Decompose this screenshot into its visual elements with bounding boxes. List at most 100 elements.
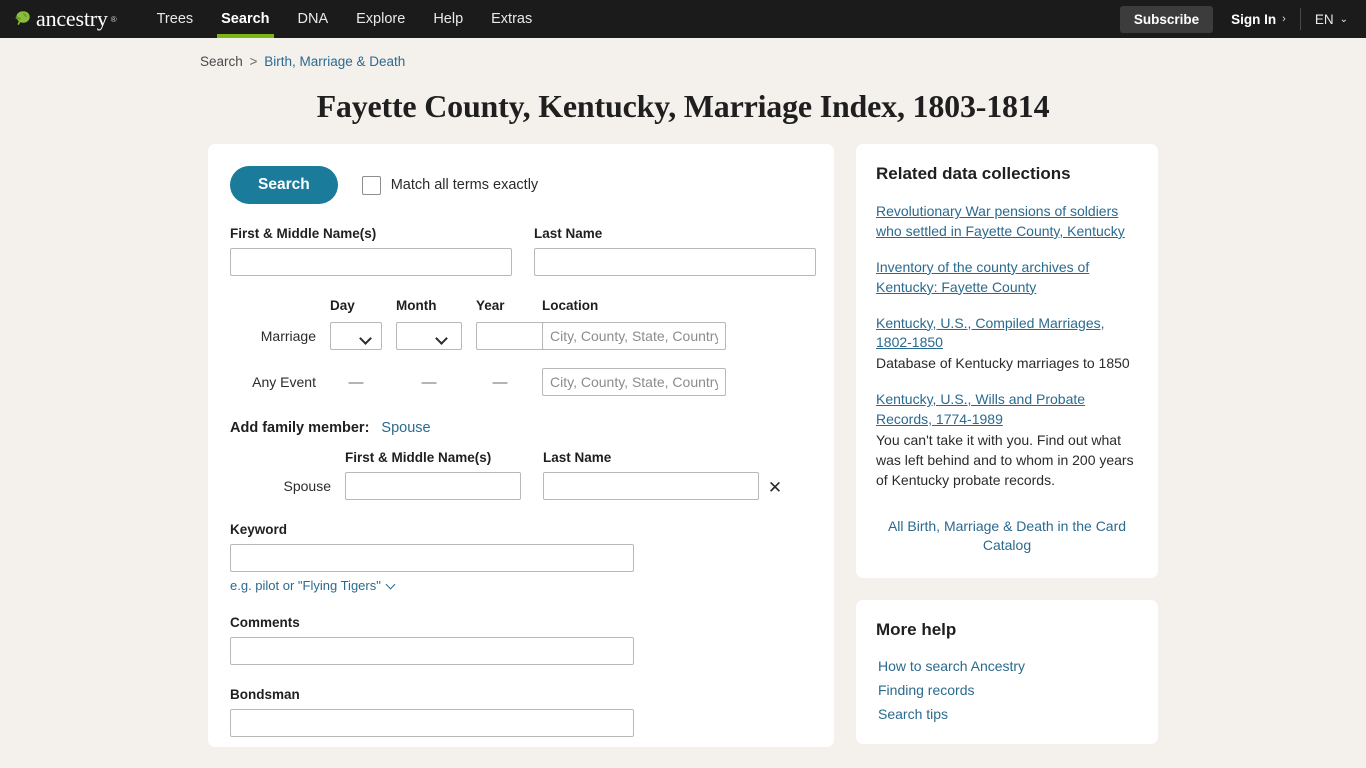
keyword-label: Keyword bbox=[230, 522, 288, 538]
nav-item-extras[interactable]: Extras bbox=[477, 0, 546, 38]
breadcrumb-separator: > bbox=[249, 54, 258, 69]
match-all-terms-label: Match all terms exactly bbox=[390, 177, 539, 194]
bondsman-field-group: Bondsman bbox=[230, 687, 812, 738]
logo-trademark: ® bbox=[110, 14, 117, 24]
page-title: Fayette County, Kentucky, Marriage Index… bbox=[316, 88, 1050, 124]
related-collections-card: Related data collections Revolutionary W… bbox=[856, 144, 1158, 579]
related-collection-link[interactable]: Kentucky, U.S., Wills and Probate Record… bbox=[876, 390, 1138, 430]
add-spouse-link[interactable]: Spouse bbox=[381, 420, 430, 436]
spouse-last-cell bbox=[543, 472, 759, 501]
related-collection-item: Kentucky, U.S., Wills and Probate Record… bbox=[876, 390, 1138, 490]
marriage-month-cell bbox=[396, 320, 462, 352]
keyword-hint-label: e.g. pilot or "Flying Tigers" bbox=[230, 578, 381, 594]
related-collection-link[interactable]: Kentucky, U.S., Compiled Marriages, 1802… bbox=[876, 314, 1138, 354]
breadcrumb-root[interactable]: Search bbox=[200, 54, 243, 69]
bondsman-label: Bondsman bbox=[230, 687, 300, 703]
comments-input[interactable] bbox=[230, 637, 634, 666]
sign-in-label: Sign In bbox=[1231, 11, 1277, 27]
keyword-input[interactable] bbox=[230, 544, 634, 573]
spouse-first-cell bbox=[345, 472, 533, 501]
subscribe-button[interactable]: Subscribe bbox=[1119, 5, 1214, 33]
page-body: Search Match all terms exactly First & M… bbox=[0, 126, 1366, 748]
leaf-logo-icon bbox=[15, 11, 30, 25]
spouse-first-name-input[interactable] bbox=[345, 472, 521, 501]
comments-field-group: Comments bbox=[230, 615, 812, 666]
first-name-input[interactable] bbox=[230, 248, 512, 277]
marriage-year-cell bbox=[476, 320, 556, 352]
spouse-first-name-label: First & Middle Name(s) bbox=[345, 450, 492, 466]
chevron-right-icon: › bbox=[1282, 13, 1286, 25]
nav-item-search[interactable]: Search bbox=[207, 0, 283, 38]
match-exactly-group[interactable]: Match all terms exactly bbox=[361, 175, 539, 195]
any-event-row-label: Any Event bbox=[252, 374, 316, 391]
any-event-location-cell bbox=[542, 366, 726, 398]
logo-wordmark: ancestry bbox=[36, 6, 108, 31]
help-link-search-tips[interactable]: Search tips bbox=[876, 706, 1138, 722]
marriage-location-input[interactable] bbox=[542, 322, 726, 351]
language-selector[interactable]: EN ⌄ bbox=[1301, 12, 1352, 27]
add-family-member-label: Add family member: bbox=[230, 420, 370, 437]
ancestry-logo[interactable]: ancestry ® bbox=[12, 8, 117, 30]
related-collections-title: Related data collections bbox=[876, 164, 1071, 184]
marriage-month-select[interactable] bbox=[396, 322, 462, 351]
nav-item-trees[interactable]: Trees bbox=[143, 0, 208, 38]
related-collection-item: Revolutionary War pensions of soldiers w… bbox=[876, 202, 1138, 242]
remove-spouse-icon[interactable]: ✕ bbox=[759, 479, 791, 500]
card-catalog-link[interactable]: All Birth, Marriage & Death in the Card … bbox=[876, 517, 1138, 557]
last-name-field-group: Last Name bbox=[534, 226, 816, 277]
marriage-day-select[interactable] bbox=[330, 322, 382, 351]
related-collection-link[interactable]: Revolutionary War pensions of soldiers w… bbox=[876, 202, 1138, 242]
spouse-fields-grid: First & Middle Name(s) Last Name Spouse … bbox=[230, 450, 812, 501]
related-collection-description: You can't take it with you. Find out wha… bbox=[876, 431, 1134, 488]
chevron-down-icon: ⌄ bbox=[1339, 13, 1348, 25]
day-column-header: Day bbox=[330, 298, 355, 314]
bondsman-input[interactable] bbox=[230, 709, 634, 738]
chevron-down-icon bbox=[385, 579, 396, 589]
more-help-title: More help bbox=[876, 620, 957, 640]
top-navigation-bar: ancestry ® Trees Search DNA Explore Help… bbox=[0, 0, 1366, 38]
marriage-location-cell bbox=[542, 320, 726, 352]
any-event-year-dash: — bbox=[492, 373, 508, 391]
search-form-card: Search Match all terms exactly First & M… bbox=[208, 144, 834, 748]
last-name-input[interactable] bbox=[534, 248, 816, 277]
more-help-card: More help How to search Ancestry Finding… bbox=[856, 600, 1158, 745]
keyword-hint[interactable]: e.g. pilot or "Flying Tigers" bbox=[230, 578, 812, 593]
language-label: EN bbox=[1314, 11, 1334, 27]
match-all-terms-checkbox[interactable] bbox=[361, 175, 381, 195]
sign-in-button[interactable]: Sign In › bbox=[1213, 12, 1300, 27]
first-name-field-group: First & Middle Name(s) bbox=[230, 226, 512, 277]
search-actions-row: Search Match all terms exactly bbox=[230, 166, 812, 205]
sidebar: Related data collections Revolutionary W… bbox=[856, 144, 1158, 745]
keyword-field-group: Keyword e.g. pilot or "Flying Tigers" bbox=[230, 522, 812, 593]
more-help-links: How to search Ancestry Finding records S… bbox=[876, 658, 1138, 722]
nav-item-dna[interactable]: DNA bbox=[284, 0, 343, 38]
breadcrumb: Search > Birth, Marriage & Death bbox=[0, 38, 1366, 69]
spouse-last-name-label: Last Name bbox=[543, 450, 612, 466]
nav-right-group: Subscribe Sign In › EN ⌄ bbox=[1119, 0, 1352, 38]
help-link-how-to-search[interactable]: How to search Ancestry bbox=[876, 658, 1138, 674]
nav-item-explore[interactable]: Explore bbox=[342, 0, 419, 38]
month-column-header: Month bbox=[396, 298, 437, 314]
search-button[interactable]: Search bbox=[230, 166, 338, 205]
any-event-day-dash: — bbox=[348, 373, 364, 391]
first-name-label: First & Middle Name(s) bbox=[230, 226, 377, 242]
name-fields-row: First & Middle Name(s) Last Name bbox=[230, 226, 816, 277]
related-collection-item: Kentucky, U.S., Compiled Marriages, 1802… bbox=[876, 314, 1138, 375]
related-collection-link[interactable]: Inventory of the county archives of Kent… bbox=[876, 258, 1138, 298]
any-event-location-input[interactable] bbox=[542, 368, 726, 397]
any-event-month-dash: — bbox=[421, 373, 437, 391]
help-link-finding-records[interactable]: Finding records bbox=[876, 682, 1138, 698]
related-collection-item: Inventory of the county archives of Kent… bbox=[876, 258, 1138, 298]
add-family-member-row: Add family member: Spouse bbox=[230, 420, 812, 436]
spouse-row-label: Spouse bbox=[283, 478, 331, 495]
location-column-header: Location bbox=[542, 298, 599, 314]
marriage-day-cell bbox=[330, 320, 382, 352]
last-name-label: Last Name bbox=[534, 226, 603, 242]
event-fields-grid: Day Month Year Location Marriage City, C… bbox=[230, 298, 812, 398]
year-column-header: Year bbox=[476, 298, 505, 314]
spouse-last-name-input[interactable] bbox=[543, 472, 759, 501]
related-collection-description: Database of Kentucky marriages to 1850 bbox=[876, 355, 1130, 372]
comments-label: Comments bbox=[230, 615, 300, 631]
breadcrumb-current[interactable]: Birth, Marriage & Death bbox=[264, 54, 405, 69]
nav-item-help[interactable]: Help bbox=[419, 0, 477, 38]
